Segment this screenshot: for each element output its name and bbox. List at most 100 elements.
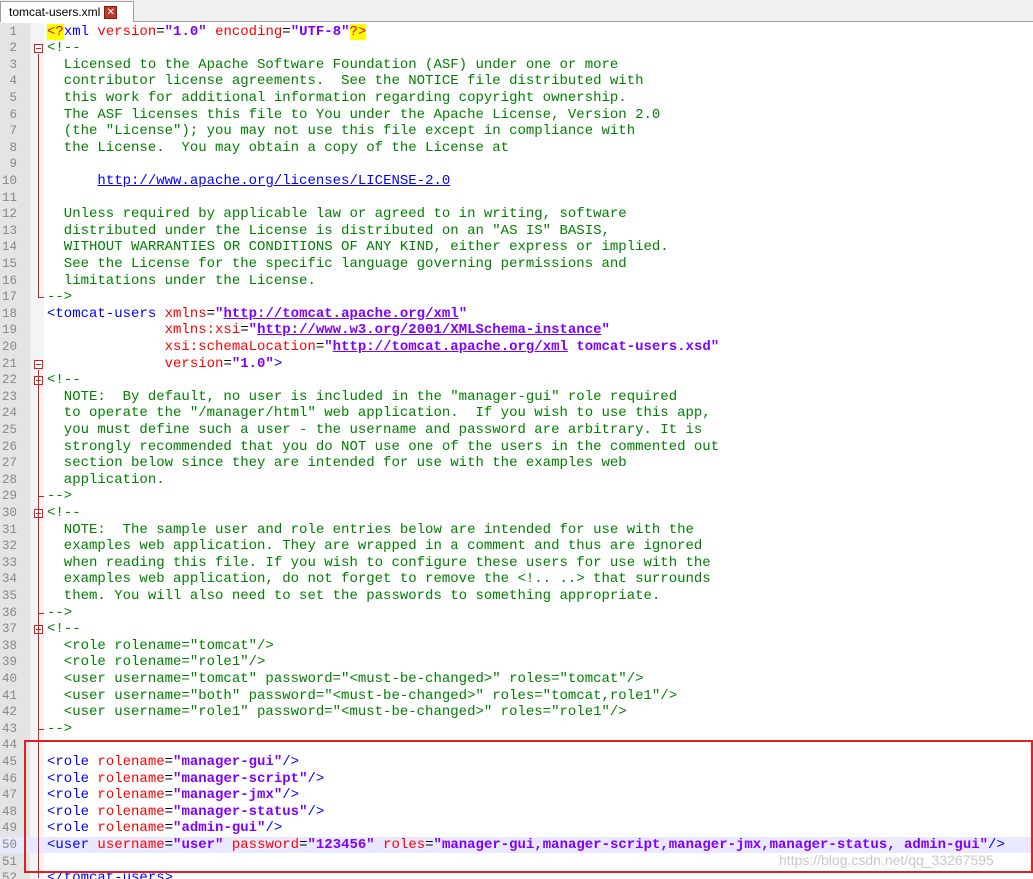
line-code[interactable]: <!-- [47,621,81,638]
line-code[interactable]: <!-- [47,372,81,389]
code-line[interactable]: 37 <!-- [0,621,1033,638]
line-code[interactable]: --> [47,488,72,505]
code-line[interactable]: 14 WITHOUT WARRANTIES OR CONDITIONS OF A… [0,239,1033,256]
code-line[interactable]: 2 <!-- [0,40,1033,57]
line-code[interactable]: you must define such a user - the userna… [47,422,703,439]
code-line[interactable]: 30 <!-- [0,505,1033,522]
url-link[interactable]: http://www.apache.org/licenses/LICENSE-2… [97,173,450,189]
code-line[interactable]: 39 <role rolename="role1"/> [0,654,1033,671]
line-code[interactable]: <role rolename="role1"/> [47,654,266,671]
code-line[interactable]: 19 xmlns:xsi="http://www.w3.org/2001/XML… [0,322,1033,339]
code-line[interactable]: 17 --> [0,289,1033,306]
line-code[interactable]: Unless required by applicable law or agr… [47,206,627,223]
url-link[interactable]: http://tomcat.apache.org/xml [223,306,458,322]
code-line[interactable]: 16 limitations under the License. [0,273,1033,290]
url-link[interactable]: http://tomcat.apache.org/xml [333,339,568,355]
line-code[interactable]: contributor license agreements. See the … [47,73,644,90]
code-line[interactable]: 28 application. [0,472,1033,489]
line-code[interactable]: application. [47,472,165,489]
line-code[interactable]: <!-- [47,40,81,57]
line-code[interactable]: <user username="user" password="123456" … [47,837,1005,854]
line-code[interactable]: xmlns:xsi="http://www.w3.org/2001/XMLSch… [47,322,610,339]
line-code[interactable]: them. You will also need to set the pass… [47,588,661,605]
code-line[interactable]: 40 <user username="tomcat" password="<mu… [0,671,1033,688]
line-code[interactable]: examples web application. They are wrapp… [47,538,703,555]
line-code[interactable]: version="1.0"> [47,356,283,373]
code-line[interactable]: 26 strongly recommended that you do NOT … [0,439,1033,456]
code-line[interactable]: 4 contributor license agreements. See th… [0,73,1033,90]
code-line[interactable]: 8 the License. You may obtain a copy of … [0,140,1033,157]
file-tab[interactable]: tomcat-users.xml ✕ [0,1,134,22]
code-line[interactable]: 45 <role rolename="manager-gui"/> [0,754,1033,771]
line-code[interactable]: <user username="role1" password="<must-b… [47,704,627,721]
code-line[interactable]: 34 examples web application, do not forg… [0,571,1033,588]
line-code[interactable]: --> [47,721,72,738]
line-code[interactable]: <role rolename="tomcat"/> [47,638,274,655]
code-line[interactable]: 18 <tomcat-users xmlns= "http://tomcat.apa… [0,306,1033,323]
code-line[interactable]: 35 them. You will also need to set the p… [0,588,1033,605]
code-line[interactable]: 31 NOTE: The sample user and role entrie… [0,522,1033,539]
fold-toggle-icon[interactable] [34,359,43,369]
line-code[interactable]: <role rolename="manager-jmx"/> [47,787,299,804]
code-line[interactable]: 52 </tomcat-users> [0,870,1033,879]
code-line[interactable]: 32 examples web application. They are wr… [0,538,1033,555]
code-line[interactable]: 42 <user username="role1" password="<mus… [0,704,1033,721]
code-line[interactable]: 44 [0,737,1033,754]
code-line[interactable]: 12 Unless required by applicable law or … [0,206,1033,223]
code-line[interactable]: 27 section below since they are intended… [0,455,1033,472]
code-line[interactable]: 7 (the "License"); you may not use this … [0,123,1033,140]
code-line[interactable]: 23 NOTE: By default, no user is included… [0,389,1033,406]
line-code[interactable]: --> [47,289,72,306]
fold-toggle-icon[interactable] [34,44,43,54]
line-code[interactable]: examples web application, do not forget … [47,571,711,588]
code-editor[interactable]: 1 <?xml version="1.0" encoding="UTF-8"?> 2… [0,23,1033,879]
code-line[interactable]: 15 See the License for the specific lang… [0,256,1033,273]
code-line[interactable]: 13 distributed under the License is dist… [0,223,1033,240]
line-code[interactable]: NOTE: The sample user and role entries b… [47,522,694,539]
line-code[interactable]: Licensed to the Apache Software Foundati… [47,57,619,74]
code-line[interactable]: 41 <user username="both" password="<must… [0,688,1033,705]
code-line[interactable]: 38 <role rolename="tomcat"/> [0,638,1033,655]
line-code[interactable]: <tomcat-users xmlns= "http://tomcat.apach… [47,306,467,323]
line-code[interactable]: <?xml version="1.0" encoding="UTF-8"?> [47,23,367,41]
line-code[interactable]: WITHOUT WARRANTIES OR CONDITIONS OF ANY … [47,239,669,256]
code-line[interactable]: 5 this work for additional information r… [0,90,1033,107]
line-code[interactable]: this work for additional information reg… [47,90,627,107]
code-line[interactable]: 29 --> [0,488,1033,505]
line-code[interactable]: limitations under the License. [47,273,316,290]
code-line[interactable]: 49 <role rolename="admin-gui"/> [0,820,1033,837]
line-code[interactable]: the License. You may obtain a copy of th… [47,140,509,157]
code-line[interactable]: 10 http://www.apache.org/licenses/LICENS… [0,173,1033,190]
code-line[interactable]: 50 <user username="user" password="123456… [0,836,1033,854]
code-line[interactable]: 46 <role rolename="manager-script"/> [0,771,1033,788]
line-code[interactable]: distributed under the License is distrib… [47,223,610,240]
line-code[interactable]: See the License for the specific languag… [47,256,627,273]
code-line[interactable]: 20 xsi:schemaLocation="http://tomcat.apa… [0,339,1033,356]
line-code[interactable]: <!-- [47,505,81,522]
code-line[interactable]: 25 you must define such a user - the use… [0,422,1033,439]
line-code[interactable]: <user username="both" password="<must-be… [47,688,677,705]
line-code[interactable]: <role rolename="manager-script"/> [47,771,324,788]
code-line[interactable]: 21 version="1.0"> [0,356,1033,373]
url-link[interactable]: http://www.w3.org/2001/XMLSchema-instanc… [257,322,601,338]
line-code[interactable]: to operate the "/manager/html" web appli… [47,405,711,422]
code-line[interactable]: 47 <role rolename="manager-jmx"/> [0,787,1033,804]
code-line[interactable]: 9 [0,156,1033,173]
line-code[interactable]: <role rolename="manager-status"/> [47,804,324,821]
file-tab-title[interactable]: tomcat-users.xml [9,5,100,19]
line-code[interactable]: http://www.apache.org/licenses/LICENSE-2… [47,173,450,190]
line-code[interactable]: <role rolename="manager-gui"/> [47,754,299,771]
code-line[interactable]: 24 to operate the "/manager/html" web ap… [0,405,1033,422]
line-code[interactable]: (the "License"); you may not use this fi… [47,123,635,140]
line-code[interactable]: <role rolename="admin-gui"/> [47,820,282,837]
code-line[interactable]: 11 [0,190,1033,207]
code-line[interactable]: 22 <!-- [0,372,1033,389]
code-line[interactable]: 43 --> [0,721,1033,738]
line-code[interactable]: strongly recommended that you do NOT use… [47,439,719,456]
line-code[interactable]: section below since they are intended fo… [47,455,627,472]
code-line[interactable]: 33 when reading this file. If you wish t… [0,555,1033,572]
line-code[interactable]: xsi:schemaLocation="http://tomcat.apache… [47,339,720,356]
close-icon[interactable]: ✕ [104,5,118,19]
line-code[interactable]: --> [47,605,72,622]
line-code[interactable]: The ASF licenses this file to You under … [47,107,661,124]
